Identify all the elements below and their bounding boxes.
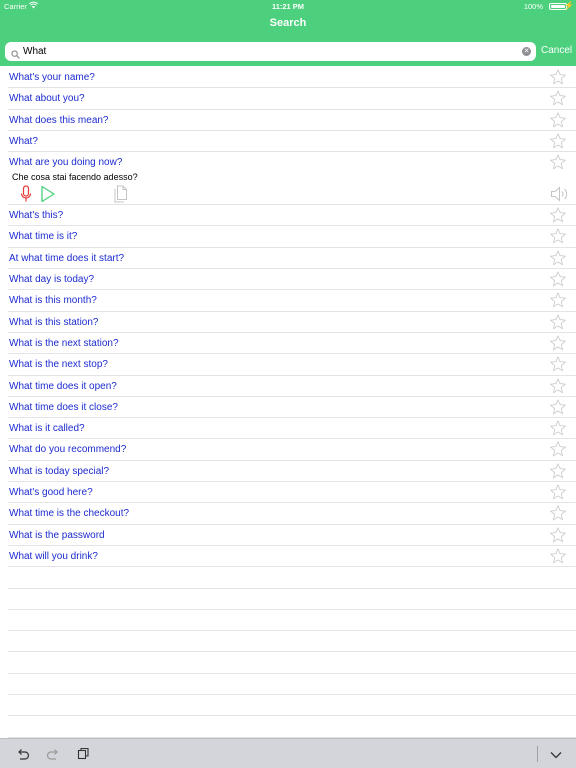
battery-percent: 100%	[523, 2, 543, 11]
result-row[interactable]: What's this?	[8, 205, 576, 227]
result-phrase[interactable]: What day is today?	[9, 274, 94, 285]
keyboard-accessory-bar	[0, 738, 576, 768]
result-phrase[interactable]: What time does it open?	[9, 381, 117, 392]
search-icon	[11, 46, 20, 64]
star-outline-icon[interactable]	[549, 419, 567, 437]
result-row[interactable]: What about you?	[8, 88, 576, 110]
speaker-icon[interactable]	[550, 186, 570, 207]
result-row[interactable]: What will you drink?	[8, 546, 576, 568]
result-phrase[interactable]: What's good here?	[9, 487, 93, 498]
result-row[interactable]: What time does it close?	[8, 397, 576, 419]
star-outline-icon[interactable]	[549, 504, 567, 522]
result-phrase[interactable]: At what time does it start?	[9, 253, 124, 264]
star-outline-icon[interactable]	[549, 313, 567, 331]
status-bar: Carrier 11:21 PM 100% ⚡	[0, 0, 576, 13]
redo-icon[interactable]	[46, 747, 60, 765]
result-row[interactable]: What is this station?	[8, 312, 576, 333]
empty-row	[8, 567, 576, 589]
result-row[interactable]: What do you recommend?	[8, 439, 576, 461]
result-phrase[interactable]: What about you?	[9, 93, 85, 104]
result-phrase[interactable]: What time does it close?	[9, 402, 118, 413]
result-row[interactable]: What is today special?	[8, 461, 576, 483]
translation-text: Che cosa stai facendo adesso?	[12, 172, 138, 183]
star-outline-icon[interactable]	[549, 291, 567, 309]
chevron-down-icon[interactable]	[549, 747, 563, 765]
result-row[interactable]: What is it called?	[8, 418, 576, 440]
star-outline-icon[interactable]	[549, 440, 567, 458]
result-row[interactable]: What time does it open?	[8, 376, 576, 397]
charging-icon: ⚡	[564, 1, 574, 10]
empty-row	[8, 652, 576, 674]
result-phrase[interactable]: What time is the checkout?	[9, 508, 129, 519]
result-row[interactable]: What's good here?	[8, 482, 576, 504]
empty-row	[8, 589, 576, 610]
star-outline-icon[interactable]	[549, 68, 567, 86]
result-row[interactable]: What time is the checkout?	[8, 503, 576, 525]
nav-header: Carrier 11:21 PM 100% ⚡ Search ✕ Cancel	[0, 0, 576, 66]
result-phrase[interactable]: What are you doing now?	[9, 157, 122, 168]
toolbar-divider	[537, 746, 538, 762]
search-bar[interactable]: ✕	[5, 42, 536, 61]
star-outline-icon[interactable]	[549, 89, 567, 107]
result-row[interactable]: What day is today?	[8, 269, 576, 291]
star-outline-icon[interactable]	[549, 227, 567, 245]
result-phrase[interactable]: What's your name?	[9, 72, 95, 83]
result-phrase[interactable]: What does this mean?	[9, 115, 109, 126]
result-row[interactable]: What is the password	[8, 525, 576, 546]
star-outline-icon[interactable]	[549, 526, 567, 544]
result-row[interactable]: What are you doing now? Che cosa stai fac…	[8, 152, 576, 207]
result-row[interactable]: What is the next stop?	[8, 354, 576, 376]
star-outline-icon[interactable]	[549, 132, 567, 150]
result-row[interactable]: What's your name?	[8, 67, 576, 89]
star-outline-icon[interactable]	[549, 249, 567, 267]
empty-row	[8, 631, 576, 653]
star-outline-icon[interactable]	[549, 462, 567, 480]
undo-icon[interactable]	[16, 747, 30, 765]
result-row[interactable]: What time is it?	[8, 226, 576, 248]
result-phrase[interactable]: What's this?	[9, 210, 63, 221]
result-phrase[interactable]: What do you recommend?	[9, 444, 126, 455]
page-title: Search	[269, 17, 307, 29]
status-time: 11:21 PM	[271, 2, 305, 11]
result-phrase[interactable]: What?	[9, 136, 38, 147]
star-outline-icon[interactable]	[549, 483, 567, 501]
result-phrase[interactable]: What is the next station?	[9, 338, 119, 349]
empty-row	[8, 610, 576, 632]
result-row[interactable]: What is this month?	[8, 290, 576, 312]
result-phrase[interactable]: What is it called?	[9, 423, 85, 434]
star-outline-icon[interactable]	[549, 547, 567, 565]
empty-row	[8, 695, 576, 717]
result-phrase[interactable]: What is this month?	[9, 295, 97, 306]
result-phrase[interactable]: What will you drink?	[9, 551, 98, 562]
result-phrase[interactable]: What is the next stop?	[9, 359, 108, 370]
star-outline-icon[interactable]	[549, 398, 567, 416]
star-outline-icon[interactable]	[549, 111, 567, 129]
result-row[interactable]: At what time does it start?	[8, 248, 576, 270]
empty-row	[8, 674, 576, 696]
star-outline-icon[interactable]	[549, 206, 567, 224]
clipboard-icon[interactable]	[77, 747, 90, 765]
star-outline-icon[interactable]	[549, 355, 567, 373]
search-input[interactable]	[23, 43, 518, 60]
result-phrase[interactable]: What is this station?	[9, 317, 98, 328]
results-list: What's your name? What about you? What doe…	[0, 67, 576, 738]
star-outline-icon[interactable]	[549, 153, 567, 171]
result-row[interactable]: What does this mean?	[8, 110, 576, 131]
star-outline-icon[interactable]	[549, 270, 567, 288]
result-row[interactable]: What?	[8, 131, 576, 153]
result-phrase[interactable]: What is today special?	[9, 466, 109, 477]
star-outline-icon[interactable]	[549, 377, 567, 395]
result-row[interactable]: What is the next station?	[8, 333, 576, 355]
cancel-button[interactable]: Cancel	[541, 45, 572, 56]
star-outline-icon[interactable]	[549, 334, 567, 352]
clear-search-icon[interactable]: ✕	[522, 47, 531, 56]
result-phrase[interactable]: What time is it?	[9, 231, 77, 242]
result-phrase[interactable]: What is the password	[9, 530, 105, 541]
empty-row	[8, 716, 576, 738]
